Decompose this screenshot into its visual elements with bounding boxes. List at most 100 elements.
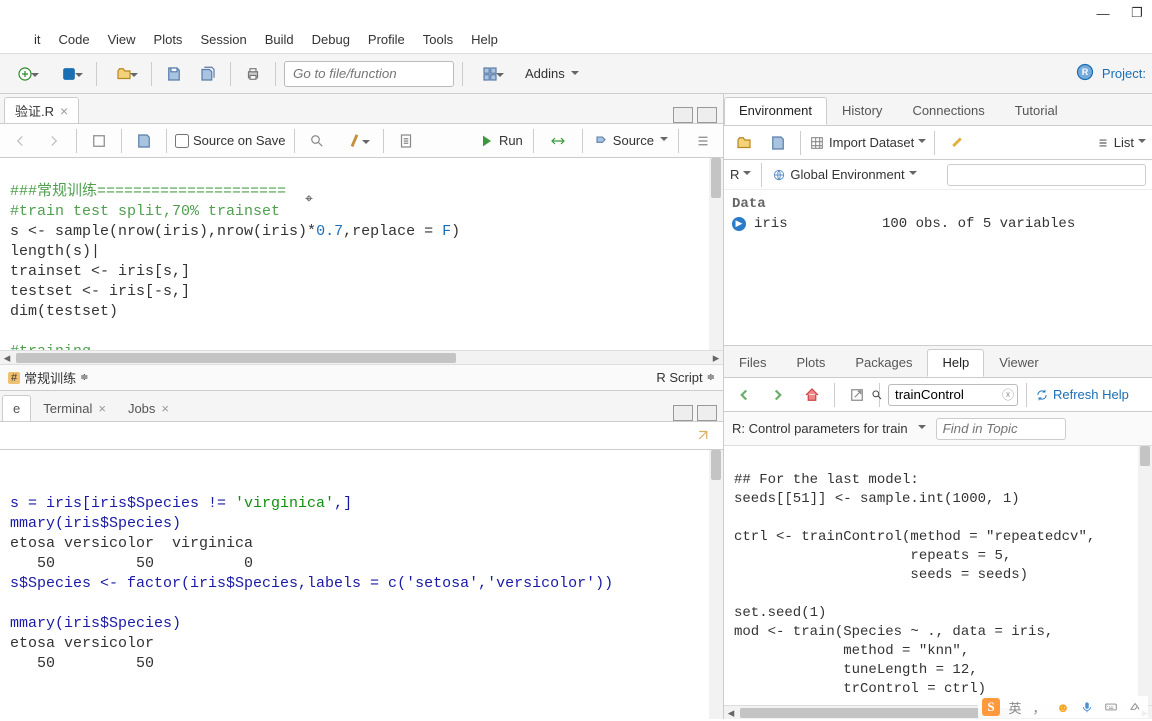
code-tools-icon[interactable] — [337, 127, 375, 155]
print-button[interactable] — [239, 60, 267, 88]
compile-report-icon[interactable] — [392, 127, 420, 155]
help-back-icon[interactable] — [730, 381, 758, 409]
minimize-button[interactable]: — — [1096, 6, 1110, 20]
clear-console-icon[interactable] — [689, 422, 717, 450]
new-project-button[interactable] — [50, 60, 88, 88]
editor-vscrollbar[interactable] — [709, 158, 723, 350]
env-section-data: Data — [732, 194, 1144, 214]
env-tabstrip: Environment History Connections Tutorial — [724, 94, 1152, 126]
help-search-input[interactable] — [888, 384, 1018, 406]
forward-icon[interactable] — [40, 127, 68, 155]
env-var-name: iris — [754, 216, 874, 232]
menu-debug[interactable]: Debug — [312, 32, 350, 47]
hscroll-left-icon[interactable]: ◂ — [724, 706, 738, 720]
ime-punct[interactable]: ， — [1030, 698, 1048, 716]
save-workspace-icon[interactable] — [764, 129, 792, 157]
project-label[interactable]: Project: — [1102, 66, 1146, 81]
language-selector[interactable]: R — [730, 167, 751, 182]
tab-history[interactable]: History — [827, 97, 897, 125]
save-all-button[interactable] — [194, 60, 222, 88]
menu-code[interactable]: Code — [59, 32, 90, 47]
save-button[interactable] — [160, 60, 188, 88]
tab-tutorial[interactable]: Tutorial — [1000, 97, 1073, 125]
menu-edit[interactable]: it — [34, 32, 41, 47]
help-tabstrip: Files Plots Packages Help Viewer — [724, 346, 1152, 378]
tab-help[interactable]: Help — [927, 349, 984, 377]
find-in-topic-input[interactable] — [936, 418, 1066, 440]
save-source-button[interactable] — [130, 127, 158, 155]
tab-files[interactable]: Files — [724, 349, 781, 377]
refresh-help-button[interactable]: Refresh Help — [1035, 387, 1129, 402]
addins-menu[interactable]: Addins — [515, 66, 589, 81]
hscroll-left-icon[interactable]: ◂ — [0, 351, 14, 365]
find-icon[interactable] — [303, 127, 331, 155]
load-workspace-icon[interactable] — [730, 129, 758, 157]
console-output[interactable]: s = iris[iris$Species != 'virginica',] m… — [0, 450, 723, 719]
outline-icon[interactable] — [689, 127, 717, 155]
minimize-pane-button[interactable] — [673, 107, 693, 123]
run-button[interactable]: Run — [479, 133, 523, 149]
workspace-panes-button[interactable] — [471, 60, 509, 88]
menu-view[interactable]: View — [108, 32, 136, 47]
ime-settings-icon[interactable] — [1126, 698, 1144, 716]
console-vscrollbar[interactable] — [709, 450, 723, 719]
maximize-pane-button[interactable] — [697, 107, 717, 123]
maximize-button[interactable]: ❐ — [1130, 6, 1144, 20]
env-row-iris[interactable]: ▶ iris 100 obs. of 5 variables — [732, 214, 1144, 234]
tab-plots[interactable]: Plots — [781, 349, 840, 377]
expand-icon[interactable]: ▶ — [732, 217, 746, 231]
menu-session[interactable]: Session — [200, 32, 246, 47]
console-tab[interactable]: e — [2, 395, 31, 421]
env-scope-bar: R Global Environment — [724, 160, 1152, 190]
menu-build[interactable]: Build — [265, 32, 294, 47]
chevron-down-icon[interactable] — [918, 425, 926, 433]
tab-packages[interactable]: Packages — [840, 349, 927, 377]
goto-file-input[interactable] — [284, 61, 454, 87]
menubar: it Code View Plots Session Build Debug P… — [0, 26, 1152, 54]
re-run-icon[interactable] — [544, 127, 572, 155]
terminal-tab[interactable]: Terminal× — [33, 395, 116, 421]
ime-toolbar[interactable]: S 英 ， ☻ — [978, 696, 1148, 718]
help-page-title: R: Control parameters for train — [732, 421, 908, 436]
ime-lang[interactable]: 英 — [1006, 698, 1024, 716]
help-popout-icon[interactable] — [843, 381, 871, 409]
sogou-icon[interactable]: S — [982, 698, 1000, 716]
hscroll-right-icon[interactable]: ▸ — [709, 351, 723, 365]
ime-mic-icon[interactable] — [1078, 698, 1096, 716]
source-tab[interactable]: 验证.R × — [4, 97, 79, 123]
file-type-selector[interactable]: R Script ≑ — [656, 370, 715, 385]
jobs-tab[interactable]: Jobs× — [118, 395, 179, 421]
show-in-new-window-icon[interactable] — [85, 127, 113, 155]
help-home-icon[interactable] — [798, 381, 826, 409]
close-tab-icon[interactable]: × — [60, 103, 68, 119]
clear-search-icon[interactable]: ⓧ — [1002, 386, 1014, 403]
menu-profile[interactable]: Profile — [368, 32, 405, 47]
tab-viewer[interactable]: Viewer — [984, 349, 1054, 377]
ime-keyboard-icon[interactable] — [1102, 698, 1120, 716]
clear-objects-icon[interactable] — [943, 129, 971, 157]
tab-environment[interactable]: Environment — [724, 97, 827, 125]
source-editor[interactable]: ###常规训练===================== #train test… — [0, 158, 723, 350]
section-nav[interactable]: # 常规训练 ≑ — [8, 368, 89, 387]
view-mode-button[interactable]: List — [1096, 135, 1146, 150]
menu-help[interactable]: Help — [471, 32, 498, 47]
tab-connections[interactable]: Connections — [897, 97, 999, 125]
help-content[interactable]: ## For the last model: seeds[[51]] <- sa… — [724, 446, 1152, 705]
editor-hscrollbar[interactable]: ◂ ▸ — [0, 350, 723, 364]
console-minimize-button[interactable] — [673, 405, 693, 421]
console-maximize-button[interactable] — [697, 405, 717, 421]
env-search-input[interactable] — [947, 164, 1146, 186]
help-vscrollbar[interactable] — [1138, 446, 1152, 705]
open-file-button[interactable] — [105, 60, 143, 88]
menu-plots[interactable]: Plots — [154, 32, 183, 47]
import-dataset-button[interactable]: Import Dataset — [809, 135, 926, 151]
source-dropdown-button[interactable]: Source — [593, 133, 668, 149]
help-forward-icon[interactable] — [764, 381, 792, 409]
new-file-button[interactable] — [6, 60, 44, 88]
menu-tools[interactable]: Tools — [423, 32, 453, 47]
scope-selector[interactable]: Global Environment — [772, 167, 916, 182]
ime-emoji[interactable]: ☻ — [1054, 698, 1072, 716]
source-on-save-checkbox[interactable]: Source on Save — [175, 133, 286, 148]
source-tab-name: 验证.R — [15, 101, 54, 120]
back-icon[interactable] — [6, 127, 34, 155]
